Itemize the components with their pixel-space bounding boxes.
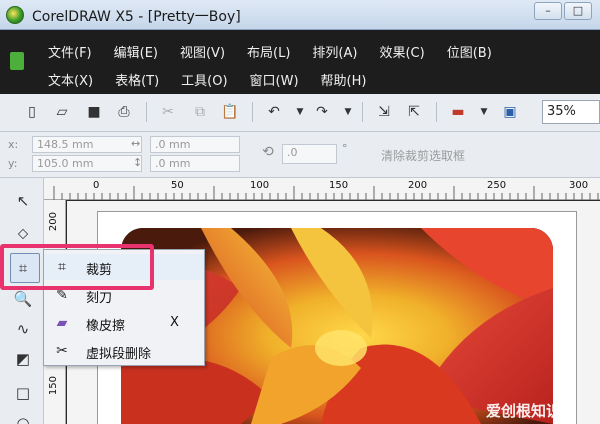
launcher-dropdown-icon[interactable]: ▼ [474, 102, 494, 122]
rectangle-tool-icon[interactable]: □ [12, 382, 34, 404]
copy-icon[interactable]: ⧉ [190, 102, 210, 122]
paste-icon[interactable]: 📋 [220, 102, 240, 122]
import-icon[interactable]: ⇲ [374, 102, 394, 122]
height-field[interactable]: .0 mm [150, 155, 240, 172]
application-launcher-icon[interactable]: ▬ [448, 102, 468, 122]
x-label: x: [8, 138, 19, 151]
horizontal-ruler[interactable]: 0 50 100 150 200 250 300 [44, 178, 600, 200]
maximize-button[interactable]: □ [564, 2, 592, 20]
zoom-tool-icon[interactable]: 🔍 [12, 288, 34, 310]
menu-bar: 文件(F) 编辑(E) 视图(V) 布局(L) 排列(A) 效果(C) 位图(B… [0, 30, 600, 94]
watermark: 爱创根知识网 [485, 402, 576, 420]
window-title: CorelDRAW X5 - [Pretty一Boy] [32, 9, 241, 25]
width-icon: ↔ [131, 137, 141, 150]
ruler-label: 50 [171, 180, 184, 191]
flyout-item-virtual-segment-delete[interactable]: ✂ 虚拟段删除 [44, 338, 204, 364]
ruler-label: 0 [93, 180, 100, 191]
ruler-label: 200 [408, 180, 428, 191]
flyout-item-shortcut: X [170, 315, 179, 330]
ruler-label: 150 [48, 376, 59, 396]
menu-effects[interactable]: 效果(C) [379, 42, 424, 61]
degree-symbol: ° [342, 142, 348, 155]
undo-icon[interactable]: ↶ [264, 102, 284, 122]
flyout-item-label: 橡皮擦 [86, 319, 126, 334]
height-icon: ↕ [133, 156, 143, 169]
document-icon[interactable] [10, 52, 24, 70]
menu-tools[interactable]: 工具(O) [181, 70, 227, 89]
menu-window[interactable]: 窗口(W) [250, 70, 299, 89]
ruler-label: 100 [250, 180, 270, 191]
shape-tool-icon[interactable]: ⬦ [12, 222, 34, 244]
menu-file[interactable]: 文件(F) [48, 42, 92, 61]
y-position-field[interactable]: 105.0 mm [32, 155, 142, 172]
zoom-level-input[interactable]: 35% [542, 100, 600, 124]
print-icon[interactable]: ⎙ [114, 102, 134, 122]
toolbar-divider [436, 102, 437, 122]
menu-row-1: 文件(F) 编辑(E) 视图(V) 布局(L) 排列(A) 效果(C) 位图(B… [48, 42, 514, 61]
redo-icon[interactable]: ↷ [312, 102, 332, 122]
open-folder-icon[interactable]: ▱ [52, 102, 72, 122]
menu-bitmaps[interactable]: 位图(B) [447, 42, 492, 61]
export-icon[interactable]: ⇱ [404, 102, 424, 122]
menu-help[interactable]: 帮助(H) [321, 70, 367, 89]
virtual-segment-delete-icon: ✂ [56, 343, 68, 359]
menu-arrange[interactable]: 排列(A) [312, 42, 357, 61]
undo-dropdown-icon[interactable]: ▼ [290, 102, 310, 122]
toolbox: ↖ ⬦ ⌗ 🔍 ∿ ◩ □ ○ [0, 178, 44, 424]
title-bar: CorelDRAW X5 - [Pretty一Boy] – □ [0, 0, 600, 30]
new-document-icon[interactable]: ▯ [22, 102, 42, 122]
menu-row-2: 文本(X) 表格(T) 工具(O) 窗口(W) 帮助(H) [48, 70, 388, 89]
menu-edit[interactable]: 编辑(E) [114, 42, 158, 61]
toolbar-divider [252, 102, 253, 122]
pick-tool-icon[interactable]: ↖ [12, 190, 34, 212]
ellipse-tool-icon[interactable]: ○ [12, 412, 34, 424]
x-position-field[interactable]: 148.5 mm [32, 136, 142, 153]
menu-view[interactable]: 视图(V) [180, 42, 225, 61]
menu-table[interactable]: 表格(T) [115, 70, 159, 89]
redo-dropdown-icon[interactable]: ▼ [338, 102, 358, 122]
cut-icon[interactable]: ✂ [158, 102, 178, 122]
smart-fill-tool-icon[interactable]: ◩ [12, 348, 34, 370]
horizontal-ruler-ticks [53, 186, 599, 200]
flyout-item-eraser[interactable]: ▰ 橡皮擦 X [44, 310, 204, 336]
coreldraw-app-icon [6, 6, 24, 24]
menu-text[interactable]: 文本(X) [48, 70, 93, 89]
ruler-label: 200 [48, 212, 59, 232]
menu-layout[interactable]: 布局(L) [247, 42, 290, 61]
rotation-icon: ⟲ [262, 144, 274, 160]
flyout-item-label: 虚拟段删除 [86, 347, 152, 362]
width-field[interactable]: .0 mm [150, 136, 240, 153]
window-controls: – □ [534, 2, 592, 20]
freehand-tool-icon[interactable]: ∿ [12, 318, 34, 340]
property-bar: x: 148.5 mm y: 105.0 mm ↔ .0 mm ↕ .0 mm … [0, 132, 600, 178]
rotation-angle-field[interactable]: .0 [282, 144, 337, 164]
ruler-label: 150 [329, 180, 349, 191]
ruler-label: 250 [487, 180, 507, 191]
toolbar-divider [146, 102, 147, 122]
welcome-screen-icon[interactable]: ▣ [500, 102, 520, 122]
ruler-label: 300 [569, 180, 589, 191]
standard-toolbar: ▯ ▱ ■ ⎙ ✂ ⧉ 📋 ↶ ▼ ↷ ▼ ⇲ ⇱ ▬ ▼ ▣ 35% [0, 94, 600, 132]
eraser-icon: ▰ [56, 315, 68, 331]
clear-crop-marquee-button[interactable]: 清除裁剪选取框 [381, 147, 465, 164]
save-icon[interactable]: ■ [84, 102, 104, 122]
toolbar-divider [362, 102, 363, 122]
highlight-annotation [0, 244, 154, 290]
y-label: y: [8, 157, 18, 170]
minimize-button[interactable]: – [534, 2, 562, 20]
